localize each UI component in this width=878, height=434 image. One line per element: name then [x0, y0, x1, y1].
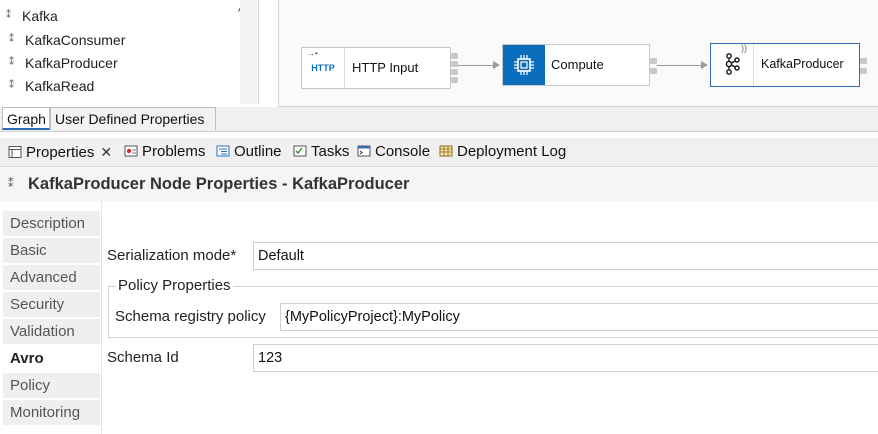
terminal[interactable] [650, 68, 657, 74]
terminal[interactable] [451, 69, 458, 75]
category-policy[interactable]: Policy [3, 373, 100, 399]
properties-header: ⁑ KafkaProducer Node Properties - KafkaP… [0, 167, 878, 201]
serialization-mode-label: Serialization mode* [107, 247, 237, 264]
group-title: Policy Properties [116, 277, 233, 294]
category-validation[interactable]: Validation [3, 319, 100, 345]
category-monitoring[interactable]: Monitoring [3, 400, 100, 426]
category-security[interactable]: Security [3, 292, 100, 318]
schema-registry-policy-label: Schema registry policy [115, 308, 266, 325]
palette-item-kafkaproducer[interactable]: ⁑ KafkaProducer [9, 52, 118, 74]
close-icon[interactable]: ✕ [100, 144, 112, 160]
node-label: Compute [551, 57, 604, 72]
tab-label: Properties [26, 144, 95, 161]
tab-problems[interactable]: Problems [124, 138, 205, 166]
property-categories: Description Basic Advanced Security Vali… [3, 211, 101, 434]
schema-registry-policy-field[interactable]: {MyPolicyProject}:MyPolicy [280, 303, 878, 331]
problems-icon [124, 145, 138, 157]
deployment-log-icon [439, 145, 453, 157]
tasks-icon [293, 145, 307, 157]
schema-id-label: Schema Id [107, 349, 179, 366]
palette-item-label: KafkaConsumer [25, 32, 126, 48]
properties-icon [8, 146, 22, 158]
kafka-icon: ⁑ [9, 57, 14, 68]
palette-scrollbar[interactable] [240, 0, 258, 104]
category-advanced[interactable]: Advanced [3, 265, 100, 291]
terminal[interactable] [451, 53, 458, 59]
kafka-icon: ⁑ [8, 178, 14, 190]
schema-id-field[interactable]: 123 [253, 344, 878, 372]
view-tabs: Properties ✕ Problems Outline Tasks Conso… [0, 138, 878, 167]
tab-tasks[interactable]: Tasks [293, 138, 349, 166]
divider [101, 201, 102, 434]
node-http-input[interactable]: →• HTTP HTTP Input [301, 47, 451, 89]
terminal[interactable] [650, 58, 657, 64]
kafka-icon: )) [711, 43, 753, 84]
page-title: KafkaProducer Node Properties - KafkaPro… [28, 175, 410, 193]
palette-item-label: KafkaProducer [25, 55, 118, 71]
tab-console[interactable]: Console [357, 138, 430, 166]
terminal[interactable] [451, 77, 458, 83]
tab-label: Deployment Log [457, 143, 567, 160]
tab-deployment-log[interactable]: Deployment Log [439, 138, 566, 166]
outline-icon [216, 145, 230, 157]
connection-wire[interactable] [657, 65, 702, 66]
palette-item-kafkaconsumer[interactable]: ⁑ KafkaConsumer [9, 29, 125, 51]
serialization-mode-select[interactable]: Default [253, 242, 878, 270]
http-input-icon: →• HTTP [307, 49, 335, 73]
palette-item-label: KafkaRead [25, 78, 95, 94]
editor-tabs: Graph User Defined Properties [0, 107, 878, 132]
chip-icon [503, 45, 545, 85]
tab-properties[interactable]: Properties ✕ [8, 138, 112, 166]
terminal[interactable] [451, 61, 458, 67]
tab-user-defined-properties[interactable]: User Defined Properties [50, 107, 216, 130]
tab-graph[interactable]: Graph [2, 107, 50, 130]
category-basic[interactable]: Basic [3, 238, 100, 264]
palette-drawer-kafka[interactable]: ⁑ Kafka [6, 5, 58, 27]
tab-label: Console [375, 143, 431, 160]
tab-label: Tasks [311, 143, 350, 160]
connection-wire[interactable] [458, 65, 494, 66]
palette-item-kafkaread[interactable]: ⁑ KafkaRead [9, 75, 94, 97]
tab-label: Problems [142, 143, 206, 160]
palette-drawer-label: Kafka [22, 8, 58, 24]
terminal[interactable] [860, 68, 867, 74]
tab-label: Outline [234, 143, 282, 160]
node-compute[interactable]: Compute [502, 44, 650, 86]
console-icon [357, 145, 371, 157]
kafka-icon: ⁑ [9, 80, 14, 91]
category-description[interactable]: Description [3, 211, 100, 237]
tab-outline[interactable]: Outline [216, 138, 282, 166]
arrow-icon [701, 61, 708, 69]
kafka-icon: ⁑ [6, 10, 11, 21]
node-label: HTTP Input [352, 60, 419, 75]
category-avro[interactable]: Avro [3, 346, 100, 372]
arrow-icon [493, 61, 500, 69]
kafka-icon: ⁑ [9, 34, 14, 45]
node-kafkaproducer[interactable]: )) KafkaProducer [710, 43, 860, 87]
terminal[interactable] [860, 58, 867, 64]
flow-canvas[interactable]: →• HTTP HTTP Input Compute)) KafkaProdu… [278, 0, 878, 107]
node-label: KafkaProducer [761, 57, 844, 71]
palette-tree: ⁑Kafka ^ ⁑KafkaConsumer ⁑KafkaProducer ⁑… [0, 0, 259, 104]
